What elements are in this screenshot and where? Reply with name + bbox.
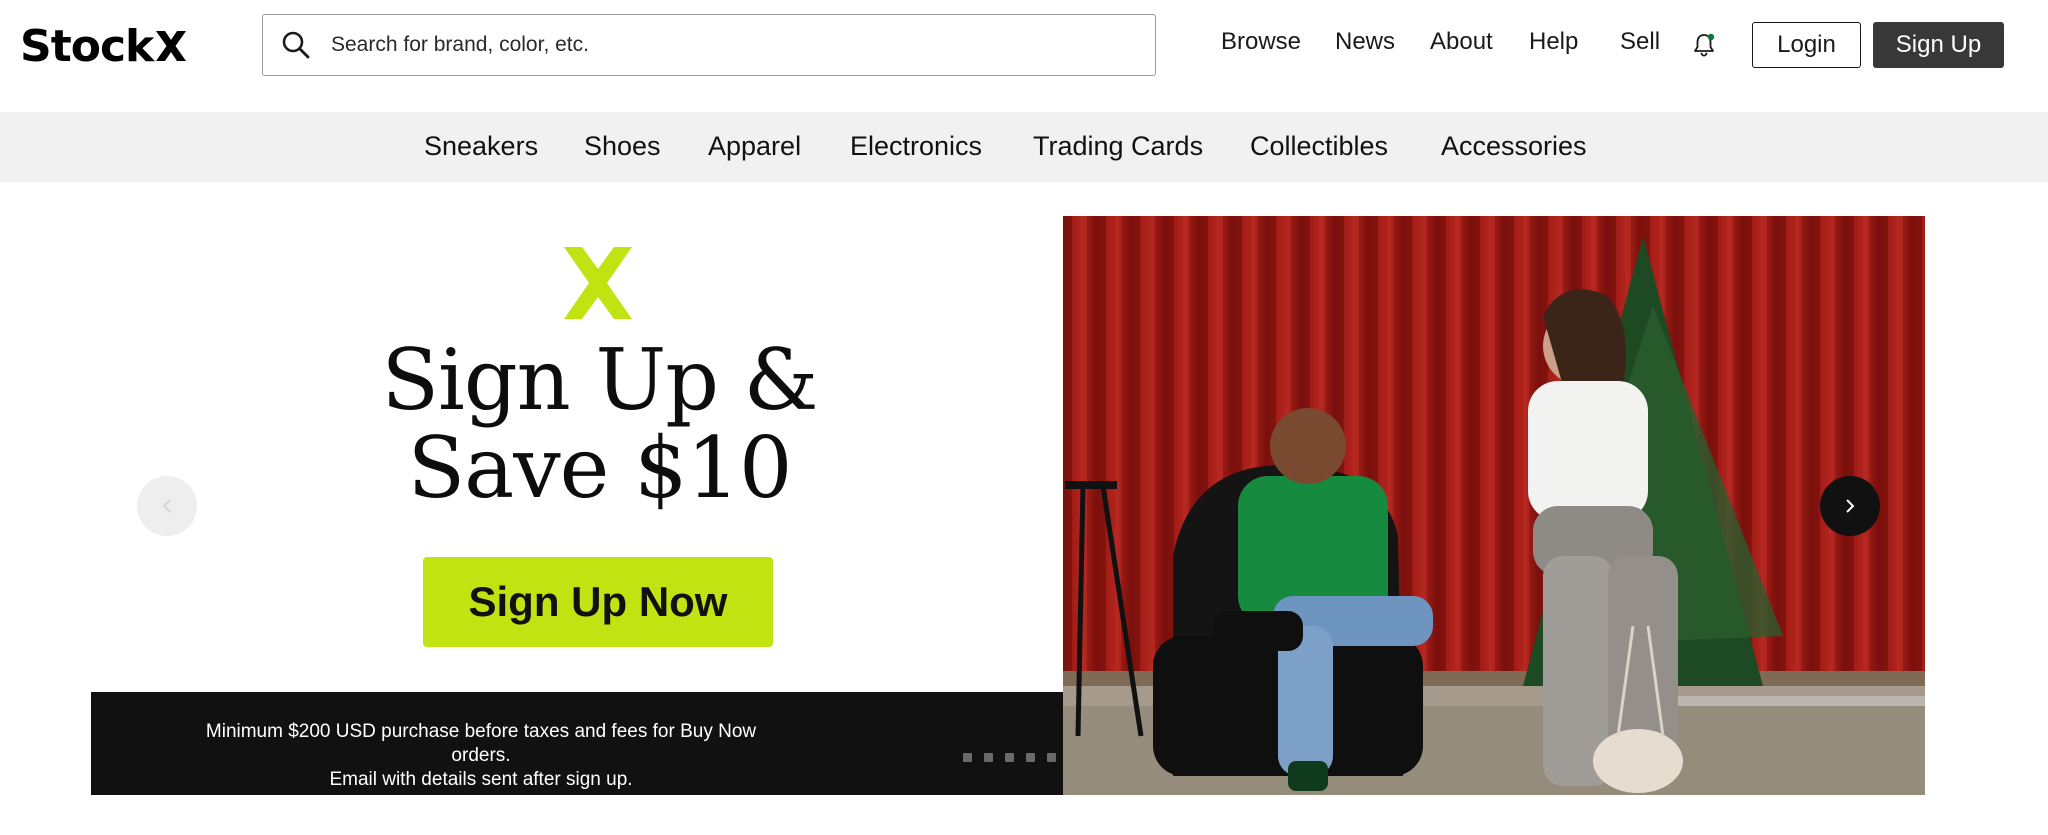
category-sneakers[interactable]: Sneakers bbox=[424, 131, 538, 162]
carousel-dot-5[interactable] bbox=[1047, 753, 1056, 762]
hero-banner[interactable]: Sign Up & Save $10 Sign Up Now Minimum $… bbox=[91, 216, 1925, 795]
category-nav: Sneakers Shoes Apparel Electronics Tradi… bbox=[0, 112, 2048, 182]
category-collectibles[interactable]: Collectibles bbox=[1250, 131, 1388, 162]
search-bar[interactable] bbox=[262, 14, 1156, 76]
nav-help[interactable]: Help bbox=[1529, 28, 1578, 56]
hero-title-line-2: Save $10 bbox=[407, 419, 793, 517]
chevron-left-icon bbox=[162, 499, 171, 513]
hero-footnote-bar: Minimum $200 USD purchase before taxes a… bbox=[91, 692, 1063, 795]
carousel-prev-button[interactable] bbox=[137, 476, 197, 536]
carousel-dot-2[interactable] bbox=[984, 753, 993, 762]
sign-up-now-button[interactable]: Sign Up Now bbox=[423, 557, 773, 647]
hero-photo-illustration bbox=[1063, 216, 1925, 795]
carousel-dot-3[interactable] bbox=[1005, 753, 1014, 762]
category-shoes[interactable]: Shoes bbox=[584, 131, 661, 162]
hero-photo bbox=[1063, 216, 1925, 795]
hero-title-line-1: Sign Up & bbox=[381, 331, 818, 429]
chevron-right-icon bbox=[1846, 499, 1855, 513]
search-icon bbox=[282, 31, 310, 59]
category-electronics[interactable]: Electronics bbox=[850, 131, 982, 162]
hero-footnote: Minimum $200 USD purchase before taxes a… bbox=[181, 720, 781, 792]
login-button[interactable]: Login bbox=[1752, 22, 1861, 68]
search-input[interactable] bbox=[331, 33, 1131, 57]
nav-sell[interactable]: Sell bbox=[1620, 28, 1660, 56]
category-trading-cards[interactable]: Trading Cards bbox=[1033, 131, 1203, 162]
logo-wordmark: Stock bbox=[20, 20, 154, 72]
category-accessories[interactable]: Accessories bbox=[1441, 131, 1587, 162]
nav-news[interactable]: News bbox=[1335, 28, 1395, 56]
hero-footnote-line-1: Minimum $200 USD purchase before taxes a… bbox=[205, 721, 757, 766]
stockx-x-mark-icon bbox=[564, 247, 632, 319]
carousel-dot-4[interactable] bbox=[1026, 753, 1035, 762]
carousel-indicators bbox=[963, 753, 1056, 762]
carousel-next-button[interactable] bbox=[1820, 476, 1880, 536]
hero-title: Sign Up & Save $10 bbox=[331, 336, 868, 512]
notification-dot bbox=[1707, 33, 1715, 41]
hero-footnote-line-2: Email with details sent after sign up. bbox=[329, 769, 633, 790]
bell-icon[interactable] bbox=[1692, 32, 1716, 58]
carousel-dot-1[interactable] bbox=[963, 753, 972, 762]
stockx-logo[interactable]: Stock bbox=[20, 20, 189, 72]
logo-x-icon bbox=[156, 31, 187, 61]
nav-browse[interactable]: Browse bbox=[1221, 28, 1301, 56]
nav-about[interactable]: About bbox=[1430, 28, 1493, 56]
site-header: Stock Browse News About Help Sell Login … bbox=[0, 0, 2048, 112]
category-apparel[interactable]: Apparel bbox=[708, 131, 801, 162]
hero-promo-panel: Sign Up & Save $10 Sign Up Now Minimum $… bbox=[91, 216, 1063, 795]
signup-button[interactable]: Sign Up bbox=[1873, 22, 2004, 68]
